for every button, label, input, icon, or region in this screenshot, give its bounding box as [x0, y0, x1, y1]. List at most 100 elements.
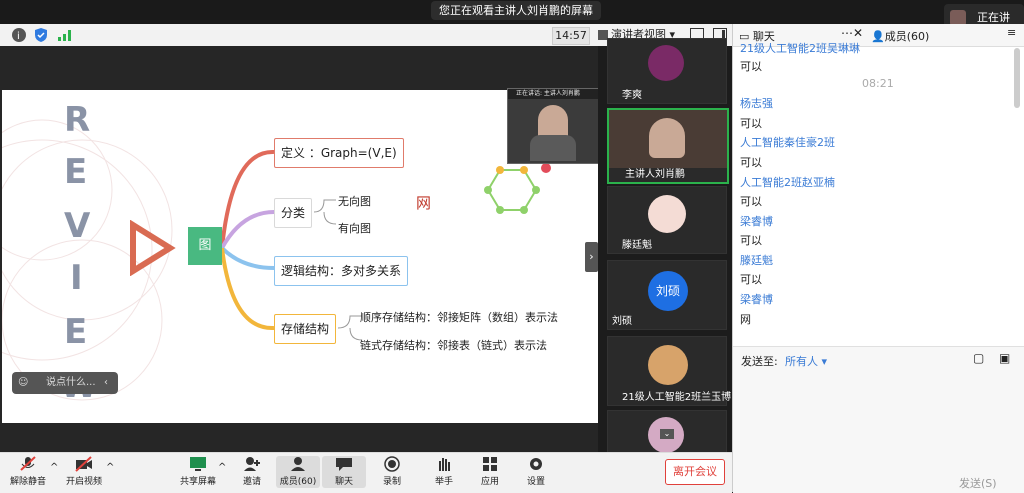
signal-icon[interactable] [58, 29, 72, 41]
chat-label: 聊天 [334, 477, 353, 487]
storage-structure-node: 存储结构 [274, 314, 337, 344]
share-screen-icon [190, 457, 206, 471]
linked-storage-label: 链式存储结构：邻接表（链式）表示法 [360, 339, 547, 352]
record-label: 录制 [382, 477, 401, 487]
gear-icon [530, 458, 542, 470]
send-to-select[interactable]: 所有人 ▾ [785, 353, 827, 369]
collapse-left-icon[interactable]: ‹ [104, 372, 108, 394]
review-letter: I [70, 258, 83, 298]
share-screen-label: 共享屏幕 [179, 477, 216, 487]
speaker-caption: 正在讲话: 主讲人刘肖鹏 [508, 89, 598, 99]
collapse-video-panel-button[interactable]: › [585, 242, 598, 272]
mute-label: 解除静音 [9, 477, 46, 487]
menu-icon[interactable]: ≡ [1007, 26, 1016, 39]
members-icon [291, 457, 305, 471]
review-letter: R [64, 100, 91, 140]
review-letter: E [64, 312, 88, 352]
review-letter: V [64, 206, 91, 246]
share-options-chevron-icon[interactable]: ^ [218, 462, 226, 473]
scroll-down-icon[interactable]: ⌄ [660, 429, 674, 439]
speaker-video-thumb[interactable]: 正在讲话: 主讲人刘肖鹏 [507, 88, 599, 164]
speaker-figure [649, 118, 685, 158]
directed-graph-label: 有向图 [338, 222, 371, 235]
sequential-storage-label: 顺序存储结构：邻接矩阵（数组）表示法 [360, 311, 558, 324]
members-tab-label: 成员(60) [884, 30, 930, 43]
participant-avatar [648, 345, 688, 385]
invite-button[interactable]: 邀请 [230, 456, 274, 487]
hexagon-graph-icon [484, 163, 551, 214]
apps-button[interactable]: 应用 [468, 456, 512, 487]
chat-message: 可以 [740, 234, 762, 247]
video-options-chevron-icon[interactable]: ^ [106, 462, 114, 473]
invite-label: 邀请 [242, 477, 261, 487]
participant-tile[interactable]: 21级人工智能2班兰玉博 [607, 336, 731, 406]
chat-sender: 梁睿博 [740, 293, 773, 306]
members-tab[interactable]: 👤成员(60) [871, 28, 929, 44]
leave-meeting-button[interactable]: 离开会议 [665, 459, 725, 485]
chat-input-area[interactable]: 发送至: 所有人 ▾ ▢ ▣ 发送(S) [733, 346, 1024, 493]
participant-name: 刘硕 [612, 316, 632, 327]
video-label: 开启视频 [65, 477, 102, 487]
settings-label: 设置 [526, 477, 545, 487]
participant-avatar [648, 45, 684, 81]
raise-hand-button[interactable]: 举手 [422, 456, 466, 487]
participant-name: 主讲人刘肖鹏 [625, 169, 685, 180]
info-icon[interactable]: i [12, 28, 26, 42]
comment-placeholder[interactable]: 说点什么... [46, 372, 96, 394]
file-icon[interactable]: ▢ [973, 351, 984, 365]
center-node: 图 [188, 227, 222, 265]
chat-message: 可以 [740, 273, 762, 286]
undirected-graph-label: 无向图 [338, 195, 371, 208]
chat-sender: 梁睿博 [740, 215, 773, 228]
comment-bar[interactable]: ☺ 说点什么... ‹ [12, 372, 118, 394]
participant-tile[interactable]: 刘硕 刘硕 [607, 260, 727, 330]
chat-message: 可以 [740, 60, 762, 73]
apps-label: 应用 [480, 477, 499, 487]
send-to-label: 发送至: [741, 355, 778, 368]
more-options-icon[interactable]: ⋯ [841, 26, 853, 40]
raise-hand-label: 举手 [434, 477, 453, 487]
emoji-icon[interactable]: ☺ [18, 372, 28, 394]
svg-text:i: i [17, 31, 20, 42]
participant-initials-avatar: 刘硕 [648, 271, 688, 311]
members-button[interactable]: 成员(60) [276, 456, 320, 488]
hand-icon [439, 458, 450, 471]
chat-scrollbar[interactable] [1014, 48, 1020, 108]
screenshot-icon[interactable]: ▣ [999, 351, 1010, 365]
chat-timestamp: 08:21 [862, 77, 894, 90]
share-screen-button[interactable]: 共享屏幕 [176, 456, 220, 487]
sharing-banner: 您正在观看主讲人刘肖鹏的屏幕 [431, 1, 601, 20]
chat-sender: 杨志强 [740, 97, 773, 110]
record-icon [384, 456, 400, 472]
chat-message: 可以 [740, 117, 762, 130]
chat-message: 可以 [740, 195, 762, 208]
video-button[interactable]: 开启视频 [62, 456, 106, 487]
settings-button[interactable]: 设置 [514, 456, 558, 487]
participant-name: 滕廷魁 [622, 240, 652, 251]
classification-node: 分类 [274, 198, 313, 228]
speaker-body [530, 135, 576, 161]
participant-tile[interactable]: ⌄ [607, 410, 727, 454]
close-icon[interactable]: ✕ [853, 26, 863, 40]
participant-name: 21级人工智能2班兰玉博 [622, 392, 732, 403]
meeting-timer: 14:57 [552, 27, 590, 45]
chat-sender: 滕廷魁 [740, 254, 773, 267]
chat-sender: 人工智能秦佳豪2班 [740, 136, 835, 149]
chat-button[interactable]: 聊天 [322, 456, 366, 488]
play-triangle-icon [130, 220, 176, 276]
handwriting-annotation: 网 [416, 194, 432, 212]
participant-tile[interactable]: 滕廷魁 [607, 186, 727, 254]
shield-icon[interactable] [34, 27, 48, 43]
review-letter: E [64, 152, 88, 192]
logic-structure-node: 逻辑结构：多对多关系 [274, 256, 409, 286]
mute-button[interactable]: 解除静音 [6, 456, 50, 487]
chat-message: 可以 [740, 156, 762, 169]
participant-tile-active-speaker[interactable]: 主讲人刘肖鹏 [607, 108, 729, 184]
camera-off-icon [75, 456, 92, 472]
participant-tile[interactable]: 李爽 [607, 38, 727, 104]
record-button[interactable]: 录制 [370, 456, 414, 487]
mic-muted-icon [20, 456, 36, 471]
send-to-value: 所有人 [785, 355, 818, 368]
send-button[interactable]: 发送(S) [959, 475, 997, 491]
mute-options-chevron-icon[interactable]: ^ [50, 462, 58, 473]
